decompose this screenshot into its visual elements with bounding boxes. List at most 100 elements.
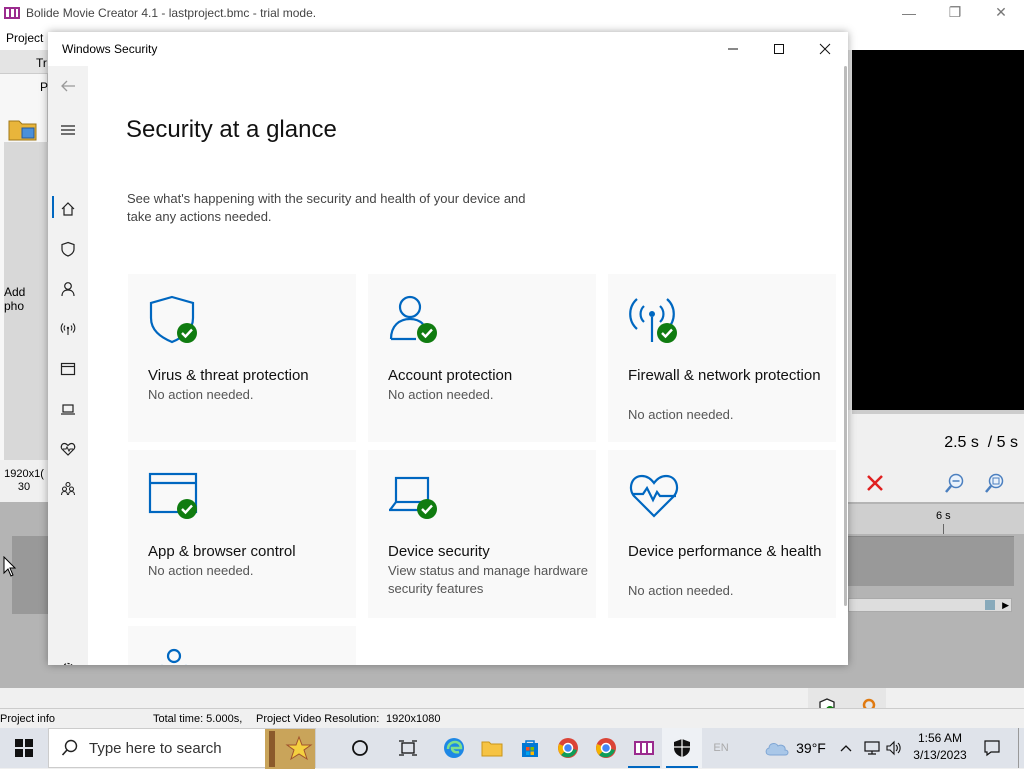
- app-restore-button[interactable]: ❐: [932, 0, 978, 25]
- task-view-icon: [399, 740, 417, 756]
- taskbar-windows-security[interactable]: [662, 728, 702, 768]
- clock-time: 1:56 AM: [917, 731, 963, 745]
- heart-pulse-icon: [60, 442, 76, 456]
- volume-button[interactable]: [884, 728, 904, 768]
- timeline-track[interactable]: [848, 536, 1014, 586]
- browser-window-icon: [148, 472, 198, 519]
- shield-icon: [149, 295, 197, 344]
- tile-app-browser-control[interactable]: App & browser control No action needed.: [128, 450, 356, 618]
- scroll-thumb[interactable]: [985, 600, 995, 610]
- edge-browser-icon: [444, 738, 464, 758]
- tile-firewall-network-protection[interactable]: Firewall & network protection No action …: [608, 274, 836, 442]
- zoom-out-icon[interactable]: [944, 472, 966, 494]
- nav-account-protection[interactable]: [56, 277, 80, 301]
- app-tab-tr[interactable]: Tr: [36, 56, 47, 70]
- tile-device-security[interactable]: Device security View status and manage h…: [368, 450, 596, 618]
- zoom-fit-icon[interactable]: [984, 472, 1006, 494]
- delete-x-icon[interactable]: [866, 474, 884, 492]
- tile-account-protection[interactable]: Account protection No action needed.: [368, 274, 596, 442]
- folder-icon: [481, 741, 503, 757]
- tile-title: App & browser control: [148, 543, 296, 560]
- app-left-panel: Tr P Add pho: [0, 50, 48, 460]
- taskbar-search[interactable]: [48, 728, 316, 769]
- bolide-logo-icon: [634, 741, 654, 755]
- status-total-time: Total time: 5.000s,: [153, 712, 243, 725]
- ws-window-title: Windows Security: [62, 42, 158, 56]
- taskbar-store[interactable]: [510, 728, 550, 768]
- bolide-logo-icon: [4, 6, 20, 19]
- resolution-line1: 1920x1(: [4, 468, 44, 480]
- search-input[interactable]: [87, 738, 287, 758]
- page-subtitle: See what's happening with the security a…: [127, 191, 526, 224]
- nav-app-browser[interactable]: [56, 357, 80, 381]
- close-icon: [819, 43, 831, 55]
- taskbar-chrome-2[interactable]: [586, 728, 626, 768]
- tile-family-options[interactable]: [128, 626, 356, 665]
- ws-close-button[interactable]: [802, 32, 848, 66]
- cortana-button[interactable]: [340, 728, 380, 768]
- notifications-button[interactable]: [976, 728, 1008, 768]
- home-icon: [61, 202, 75, 216]
- taskbar-file-explorer[interactable]: [472, 728, 512, 768]
- app-statusbar: Project info Total time: 5.000s, Project…: [0, 708, 1024, 728]
- hamburger-icon: [61, 125, 75, 135]
- scroll-right-arrow[interactable]: ▶: [1002, 600, 1009, 610]
- weather-widget[interactable]: 39°F: [760, 728, 830, 768]
- tile-status: No action needed.: [148, 387, 254, 402]
- nav-virus-protection[interactable]: [56, 237, 80, 261]
- ws-main-content: Security at a glance See what's happenin…: [88, 66, 840, 665]
- preview-progress[interactable]: [852, 410, 1024, 414]
- app-minimize-button[interactable]: —: [886, 0, 932, 25]
- tile-device-performance-health[interactable]: Device performance & health No action ne…: [608, 450, 836, 618]
- language-indicator[interactable]: EN: [704, 728, 738, 768]
- timeline-scrollbar[interactable]: ▶: [848, 598, 1012, 612]
- windows-logo-icon: [15, 739, 33, 757]
- taskbar-edge[interactable]: [434, 728, 474, 768]
- active-indicator: [52, 196, 54, 218]
- network-icon: [864, 741, 880, 755]
- nav-device-health[interactable]: [56, 437, 80, 461]
- taskbar-bolide[interactable]: [624, 728, 664, 768]
- ws-minimize-button[interactable]: [710, 32, 756, 66]
- status-resolution-label: Project Video Resolution:: [256, 712, 380, 725]
- app-title: Bolide Movie Creator 4.1 - lastproject.b…: [26, 5, 317, 20]
- show-desktop-button[interactable]: [1018, 728, 1024, 768]
- cortana-circle-icon: [352, 740, 368, 756]
- task-view-button[interactable]: [388, 728, 428, 768]
- nav-home[interactable]: [56, 197, 80, 221]
- ws-maximize-button[interactable]: [756, 32, 802, 66]
- back-button[interactable]: [56, 74, 80, 98]
- shield-icon: [674, 739, 690, 757]
- laptop-icon: [389, 476, 437, 519]
- app-close-button[interactable]: ✕: [978, 0, 1024, 25]
- nav-firewall[interactable]: [56, 317, 80, 341]
- speaker-icon: [886, 740, 901, 756]
- tile-virus-threat-protection[interactable]: Virus & threat protection No action need…: [128, 274, 356, 442]
- ruler-label: 6 s: [936, 510, 951, 522]
- family-icon: [60, 481, 76, 496]
- time-current: 2.5 s: [944, 434, 979, 451]
- timeline-track-left[interactable]: [12, 536, 48, 614]
- start-button[interactable]: [0, 728, 48, 768]
- tray-expand-button[interactable]: [836, 728, 856, 768]
- menu-button[interactable]: [56, 118, 80, 142]
- open-folder-icon[interactable]: [8, 116, 38, 142]
- network-button[interactable]: [860, 728, 884, 768]
- tile-title: Account protection: [388, 367, 513, 384]
- nav-settings[interactable]: [56, 657, 80, 665]
- search-icon: [61, 739, 78, 756]
- maximize-icon: [774, 44, 784, 54]
- tile-status: View status and manage hardware security…: [388, 563, 588, 596]
- menu-project[interactable]: Project: [6, 31, 43, 45]
- search-highlight-image: [265, 729, 315, 769]
- nav-device-security[interactable]: [56, 397, 80, 421]
- app-tab-p[interactable]: P: [40, 80, 48, 94]
- ws-scrollbar[interactable]: [844, 66, 847, 606]
- taskbar-clock[interactable]: 1:56 AM 3/13/2023: [908, 730, 972, 764]
- nav-family-options[interactable]: [56, 477, 80, 501]
- cloud-icon: [765, 743, 789, 756]
- tile-status: No action needed.: [628, 407, 734, 422]
- taskbar-chrome-1[interactable]: [548, 728, 588, 768]
- family-icon: [160, 648, 188, 665]
- windows-security-window: Windows Security Security at a glance Se…: [48, 32, 848, 665]
